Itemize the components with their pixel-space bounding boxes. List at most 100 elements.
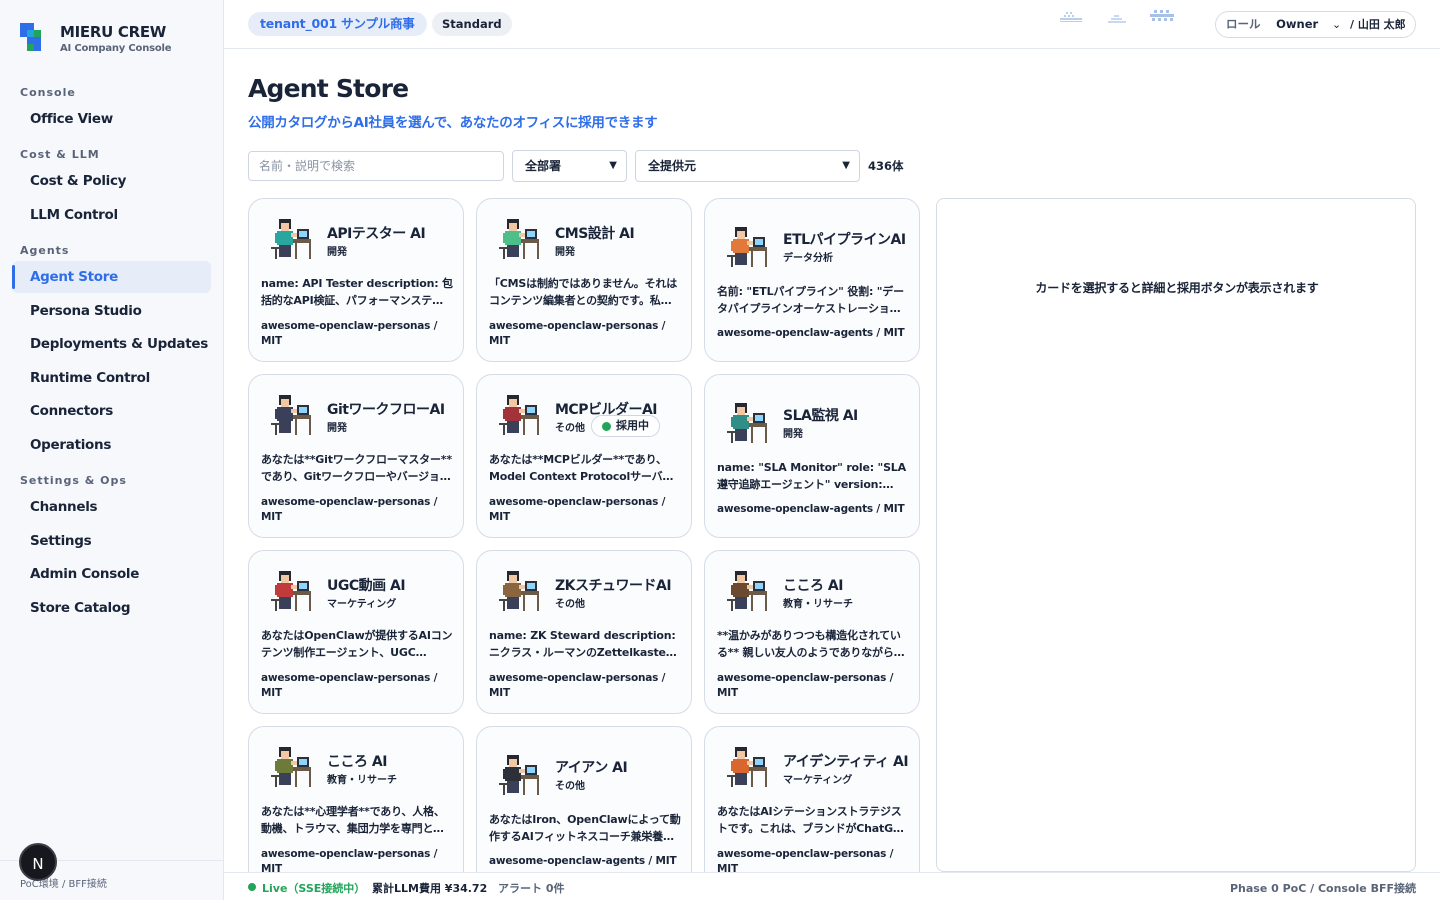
nav-section-agents: Agents bbox=[20, 244, 70, 257]
agent-card[interactable]: CMS設計 AI 開発「CMSは制約ではありません。それはコンテンツ編集者との契約… bbox=[476, 198, 692, 362]
agent-name: こころ AI bbox=[783, 578, 843, 594]
agent-name: APIテスター AI bbox=[327, 226, 426, 242]
sidebar-item-llm-control[interactable]: LLM Control bbox=[12, 199, 211, 231]
next-dev-badge[interactable]: N bbox=[19, 843, 57, 881]
sidebar-item-persona-studio[interactable]: Persona Studio bbox=[12, 295, 211, 327]
brand-name: MIERU CREW bbox=[60, 23, 167, 41]
status-bar: Live（SSE接続中） 累計LLM費用 ¥34.72 アラート 0件 Phas… bbox=[224, 872, 1440, 900]
agent-dept: 開発 bbox=[783, 429, 803, 440]
agent-card[interactable]: ETLパイプラインAI データ分析名前: "ETLパイプライン" 役割: "データ… bbox=[704, 198, 920, 362]
pixel-cloud-icon bbox=[1108, 15, 1126, 23]
agent-source: awesome-openclaw-personas / MIT bbox=[261, 672, 438, 699]
sidebar-item-operations[interactable]: Operations bbox=[12, 429, 211, 461]
provider-filter-select[interactable]: 全提供元 ▼ bbox=[635, 150, 860, 182]
detail-placeholder: カードを選択すると詳細と採用ボタンが表示されます bbox=[1035, 281, 1319, 295]
role-selector[interactable]: ロール Owner ⌄ / 山田 太郎 bbox=[1215, 11, 1416, 38]
agent-name: こころ AI bbox=[327, 754, 387, 770]
agent-description: **温かみがありつつも構造化されている** 親しい友人のようでありながら専門的な… bbox=[717, 629, 905, 659]
brand-subtitle: AI Company Console bbox=[60, 43, 172, 54]
agent-name: アイアン AI bbox=[555, 760, 628, 776]
agent-avatar-icon bbox=[261, 565, 313, 617]
agent-source: awesome-openclaw-personas / MIT bbox=[489, 496, 666, 523]
agent-dept: その他 bbox=[555, 781, 585, 792]
sidebar-item-runtime-control[interactable]: Runtime Control bbox=[12, 362, 211, 394]
agent-description: name: "SLA Monitor" role: "SLA遵守追跡エージェント… bbox=[717, 461, 906, 491]
nav-section-cost-llm: Cost & LLM bbox=[20, 148, 100, 161]
sidebar-item-settings[interactable]: Settings bbox=[12, 525, 211, 557]
agent-name: CMS設計 AI bbox=[555, 226, 635, 242]
agent-source: awesome-openclaw-personas / MIT bbox=[261, 320, 438, 347]
agent-card[interactable]: MCPビルダーAI その他 あなたは**MCPビルダー**であり、Model Con… bbox=[476, 374, 692, 538]
agent-description: あなたはOpenClawが提供するAIコンテンツ制作エージェント、UGC Vid… bbox=[261, 629, 453, 659]
agent-dept: その他 bbox=[555, 599, 585, 610]
agent-avatar-icon bbox=[717, 221, 769, 273]
agent-dept: 開発 bbox=[555, 247, 575, 258]
agent-source: awesome-openclaw-personas / MIT bbox=[489, 672, 666, 699]
agent-source: awesome-openclaw-agents / MIT bbox=[489, 855, 677, 867]
sidebar-item-store-catalog[interactable]: Store Catalog bbox=[12, 592, 211, 624]
chevron-down-icon: ▼ bbox=[609, 160, 617, 171]
agent-description: あなたは**MCPビルダー**であり、Model Context Protoco… bbox=[489, 453, 674, 483]
agent-name: SLA監視 AI bbox=[783, 408, 858, 424]
brand[interactable]: MIERU CREW AI Company Console bbox=[20, 22, 172, 56]
nav-section-console: Console bbox=[20, 86, 76, 99]
agent-avatar-icon bbox=[261, 213, 313, 265]
agent-name: ETLパイプラインAI bbox=[783, 232, 906, 248]
agent-card[interactable]: アイアン AI その他 あなたはIron、OpenClawによって動作するAIフィッ… bbox=[476, 726, 692, 890]
agent-card[interactable]: こころ AI 教育・リサーチ **温かみがありつつも構造化されている** 親しい友人… bbox=[704, 550, 920, 714]
agent-description: あなたはAIシテーションストラテジストです。これは、ブランドがChatGPTに引… bbox=[717, 805, 909, 835]
sidebar-item-deployments-updates[interactable]: Deployments & Updates bbox=[12, 328, 211, 360]
page-title: Agent Store bbox=[248, 74, 409, 103]
pixel-skyline-icon bbox=[1060, 12, 1082, 22]
phase-label: Phase 0 PoC / Console BFF接続 bbox=[1229, 882, 1416, 895]
agent-card[interactable]: こころ AI 教育・リサーチ あなたは**心理学者**であり、人格、動機、トラウマ、… bbox=[248, 726, 464, 890]
agent-source: awesome-openclaw-personas / MIT bbox=[489, 320, 666, 347]
agent-card[interactable]: ZKスチュワードAI その他 name: ZK Steward descriptio… bbox=[476, 550, 692, 714]
user-name: / 山田 太郎 bbox=[1350, 18, 1406, 31]
result-count: 436体 bbox=[868, 159, 904, 173]
page-subtitle: 公開カタログからAI社員を選んで、あなたのオフィスに採用できます bbox=[248, 115, 658, 131]
agent-card[interactable]: APIテスター AI 開発 name: API Tester description… bbox=[248, 198, 464, 362]
agent-card[interactable]: SLA監視 AI 開発 name: "SLA Monitor" role: "SLA… bbox=[704, 374, 920, 538]
agent-dept: マーケティング bbox=[327, 599, 397, 610]
alert-count[interactable]: アラート 0件 bbox=[498, 880, 564, 896]
nav-section-settings-ops: Settings & Ops bbox=[20, 474, 127, 487]
agent-avatar-icon bbox=[717, 565, 769, 617]
agent-name: ZKスチュワードAI bbox=[555, 578, 672, 594]
agent-detail-panel: カードを選択すると詳細と採用ボタンが表示されます bbox=[936, 198, 1416, 872]
agent-avatar-icon bbox=[261, 389, 313, 441]
agent-source: awesome-openclaw-personas / MIT bbox=[717, 672, 894, 699]
adopted-badge: 採用中 bbox=[591, 415, 660, 437]
tenant-pill[interactable]: tenant_001 サンプル商事 bbox=[248, 12, 427, 36]
agent-dept: 開発 bbox=[327, 247, 347, 258]
dept-filter-value: 全部署 bbox=[525, 159, 562, 173]
provider-filter-value: 全提供元 bbox=[648, 159, 697, 173]
agent-description: name: ZK Steward description: ニクラス・ルーマンの… bbox=[489, 629, 676, 659]
sidebar-item-office-view[interactable]: Office View bbox=[12, 103, 211, 135]
agent-avatar-icon bbox=[717, 741, 769, 793]
agent-dept: その他 bbox=[555, 423, 585, 434]
sidebar: MIERU CREW AI Company Console Console Of… bbox=[0, 0, 224, 900]
agent-avatar-icon bbox=[717, 397, 769, 449]
sidebar-item-admin-console[interactable]: Admin Console bbox=[12, 558, 211, 590]
sidebar-item-channels[interactable]: Channels bbox=[12, 491, 211, 523]
agent-avatar-icon bbox=[489, 389, 541, 441]
agent-source: awesome-openclaw-agents / MIT bbox=[717, 327, 905, 339]
top-header: tenant_001 サンプル商事 Standard ロール Owner ⌄ /… bbox=[224, 0, 1440, 49]
agent-card[interactable]: アイデンティティ AI マーケティング あなたはAIシテーションストラテジストです。… bbox=[704, 726, 920, 890]
agent-dept: 教育・リサーチ bbox=[327, 775, 397, 786]
agent-card[interactable]: GitワークフローAI 開発 あなたは**Gitワークフローマスター**であり、Gi… bbox=[248, 374, 464, 538]
search-input[interactable] bbox=[248, 151, 504, 181]
sidebar-item-agent-store[interactable]: Agent Store bbox=[12, 261, 211, 293]
agent-description: 「CMSは制約ではありません。それはコンテンツ編集者との契約です。私の仕事は bbox=[489, 277, 678, 307]
agent-card[interactable]: UGC動画 AI マーケティング あなたはOpenClawが提供するAIコンテンツ制… bbox=[248, 550, 464, 714]
sidebar-item-cost-policy[interactable]: Cost & Policy bbox=[12, 165, 211, 197]
agent-description: 名前: "ETLパイプライン" 役割: "データパイプラインオーケストレーション… bbox=[717, 285, 904, 315]
agent-avatar-icon bbox=[489, 749, 541, 801]
role-value: Owner bbox=[1276, 17, 1319, 31]
sidebar-item-connectors[interactable]: Connectors bbox=[12, 395, 211, 427]
agent-dept: データ分析 bbox=[783, 253, 833, 264]
agent-name: アイデンティティ AI bbox=[783, 754, 909, 770]
agent-name: GitワークフローAI bbox=[327, 402, 445, 418]
dept-filter-select[interactable]: 全部署 ▼ bbox=[512, 150, 627, 182]
